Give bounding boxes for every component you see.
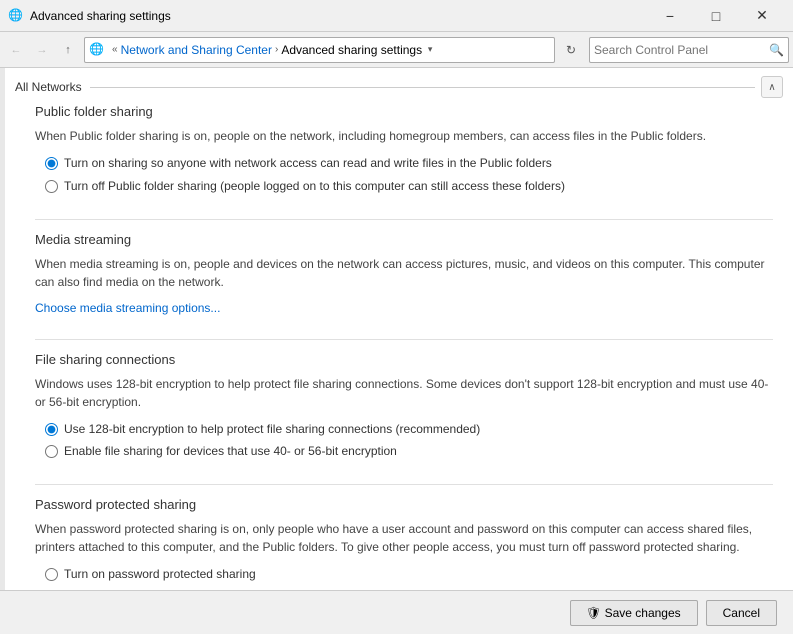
all-networks-title: All Networks [15,80,90,94]
public-folder-title: Public folder sharing [35,104,773,119]
file-sharing-label-128: Use 128-bit encryption to help protect f… [64,421,480,438]
file-sharing-option-1[interactable]: Use 128-bit encryption to help protect f… [45,421,773,438]
window-title: Advanced sharing settings [30,9,647,23]
public-folder-option-1[interactable]: Turn on sharing so anyone with network a… [45,155,773,172]
main-area: All Networks ∧ Public folder sharing Whe… [0,68,793,590]
section-line [90,87,755,88]
media-streaming-title: Media streaming [35,232,773,247]
search-box[interactable]: 🔍 [589,37,789,63]
file-sharing-option-2[interactable]: Enable file sharing for devices that use… [45,443,773,460]
password-sharing-radio-on[interactable] [45,568,58,581]
file-sharing-radio-group: Use 128-bit encryption to help protect f… [35,421,773,461]
forward-button[interactable]: → [30,38,54,62]
password-sharing-title: Password protected sharing [35,497,773,512]
search-icon: 🔍 [769,43,784,57]
close-button[interactable]: ✕ [739,0,785,32]
breadcrumb-network[interactable]: Network and Sharing Center [121,43,272,57]
network-icon: 🌐 [89,42,105,58]
up-button[interactable]: ↑ [56,38,80,62]
cancel-button[interactable]: Cancel [706,600,777,626]
file-sharing-label-40: Enable file sharing for devices that use… [64,443,397,460]
maximize-button[interactable]: □ [693,0,739,32]
search-input[interactable] [594,43,769,57]
breadcrumb-dropdown[interactable]: ▾ [422,37,438,63]
save-button[interactable]: 🛡 Save changes [570,600,698,626]
footer: 🛡 Save changes Cancel [0,590,793,634]
file-sharing-title: File sharing connections [35,352,773,367]
media-streaming-description: When media streaming is on, people and d… [35,255,773,291]
title-bar: 🌐 Advanced sharing settings − □ ✕ [0,0,793,32]
breadcrumb-current: Advanced sharing settings [281,43,422,57]
address-bar: ← → ↑ 🌐 « Network and Sharing Center › A… [0,32,793,68]
window-icon: 🌐 [8,8,24,24]
public-folder-option-2[interactable]: Turn off Public folder sharing (people l… [45,178,773,195]
public-folder-description: When Public folder sharing is on, people… [35,127,773,145]
file-sharing-radio-40[interactable] [45,445,58,458]
save-label: Save changes [605,606,681,620]
media-streaming-link[interactable]: Choose media streaming options... [35,301,220,315]
public-folder-radio-off[interactable] [45,180,58,193]
breadcrumb-bar[interactable]: 🌐 « Network and Sharing Center › Advance… [84,37,555,63]
file-sharing-radio-128[interactable] [45,423,58,436]
minimize-button[interactable]: − [647,0,693,32]
back-button[interactable]: ← [4,38,28,62]
shield-icon: 🛡 [587,606,601,620]
divider-3 [35,484,773,485]
refresh-button[interactable]: ↻ [559,37,583,63]
file-sharing-description: Windows uses 128-bit encryption to help … [35,375,773,411]
public-folder-radio-group: Turn on sharing so anyone with network a… [35,155,773,195]
section-chevron[interactable]: ∧ [761,76,783,98]
password-sharing-radio-group: Turn on password protected sharing Turn … [35,566,773,590]
title-bar-controls: − □ ✕ [647,0,785,32]
divider-1 [35,219,773,220]
password-sharing-section: Password protected sharing When password… [5,497,793,590]
public-folder-label-off: Turn off Public folder sharing (people l… [64,178,565,195]
media-streaming-section: Media streaming When media streaming is … [5,232,793,335]
password-sharing-description: When password protected sharing is on, o… [35,520,773,556]
all-networks-header: All Networks ∧ [15,68,783,104]
password-sharing-label-on: Turn on password protected sharing [64,566,256,583]
divider-2 [35,339,773,340]
content-area: All Networks ∧ Public folder sharing Whe… [5,68,793,590]
public-folder-radio-on[interactable] [45,157,58,170]
file-sharing-section: File sharing connections Windows uses 12… [5,352,793,481]
public-folder-label-on: Turn on sharing so anyone with network a… [64,155,552,172]
password-sharing-option-1[interactable]: Turn on password protected sharing [45,566,773,583]
public-folder-section: Public folder sharing When Public folder… [5,104,793,215]
